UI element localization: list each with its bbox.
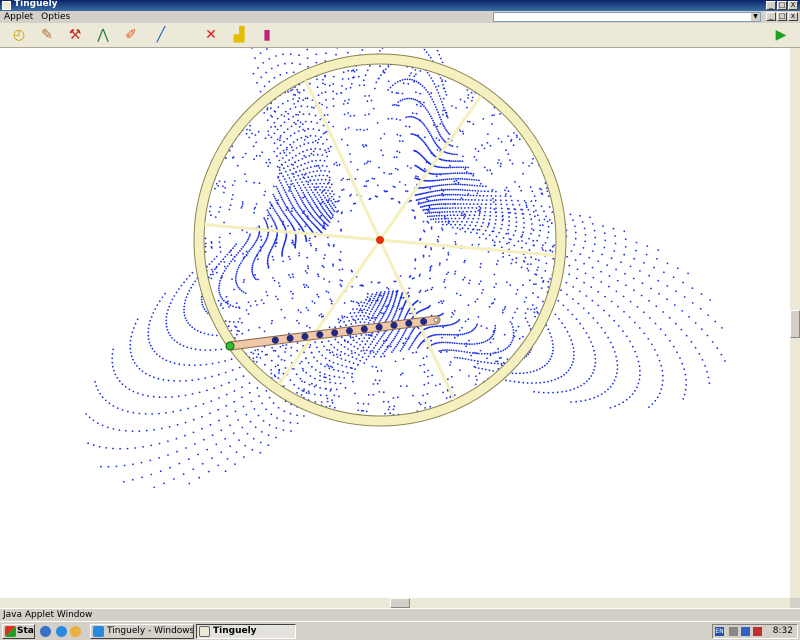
horizontal-scrollbar[interactable] bbox=[0, 598, 790, 608]
ie-icon[interactable] bbox=[56, 626, 67, 637]
palette-icon[interactable]: ▮ bbox=[258, 26, 276, 44]
folder-icon[interactable] bbox=[70, 626, 81, 637]
inner-minimize-button[interactable]: _ bbox=[766, 12, 776, 21]
scroll-corner bbox=[790, 598, 800, 608]
status-bar: Java Applet Window bbox=[0, 608, 800, 621]
applet-task-icon bbox=[199, 626, 210, 637]
pen-arm-hole[interactable] bbox=[345, 327, 353, 335]
pen-arm-hole[interactable] bbox=[390, 321, 398, 329]
volume-icon[interactable] bbox=[753, 627, 762, 636]
pen-arm-hole[interactable] bbox=[301, 333, 309, 341]
close-button[interactable]: X bbox=[788, 1, 798, 10]
pen-arm-hole[interactable] bbox=[271, 336, 279, 344]
start-button[interactable]: Start bbox=[2, 624, 35, 639]
hammer-icon[interactable]: ⚒ bbox=[66, 26, 84, 44]
minimize-button[interactable]: _ bbox=[766, 1, 776, 10]
chevron-down-icon[interactable]: ▼ bbox=[751, 13, 760, 21]
task-ie-label: Tinguely - Windows Inter... bbox=[107, 626, 194, 636]
vertical-scrollbar[interactable] bbox=[790, 48, 800, 598]
app-icon bbox=[2, 1, 11, 10]
pen-icon[interactable]: ╱ bbox=[152, 26, 170, 44]
menu-applet[interactable]: Applet bbox=[0, 12, 37, 22]
wheel-hub[interactable] bbox=[376, 236, 384, 244]
system-tray: EN 8:32 bbox=[712, 624, 798, 639]
start-label: Start bbox=[17, 626, 34, 636]
pen-arm-hole[interactable] bbox=[331, 329, 339, 337]
eraser-icon[interactable]: ✎ bbox=[38, 26, 56, 44]
pen-arm-hole[interactable] bbox=[375, 323, 383, 331]
network-icon[interactable] bbox=[729, 627, 738, 636]
pen-tip[interactable] bbox=[225, 341, 235, 351]
maximize-button[interactable]: □ bbox=[777, 1, 787, 10]
pen-arm-hole[interactable] bbox=[420, 318, 428, 326]
inner-close-button[interactable]: x bbox=[788, 12, 798, 21]
inner-restore-button[interactable]: □ bbox=[777, 12, 787, 21]
security-icon[interactable] bbox=[741, 627, 750, 636]
menu-bar: Applet Opties ▼ _ □ x bbox=[0, 11, 800, 23]
pen-arm-hole[interactable] bbox=[360, 325, 368, 333]
pen-arm-pivot[interactable] bbox=[433, 317, 439, 323]
ie-task-icon bbox=[93, 626, 104, 637]
compass-icon[interactable]: ⋀ bbox=[94, 26, 112, 44]
windows-logo-icon bbox=[5, 626, 16, 637]
menu-opties[interactable]: Opties bbox=[37, 12, 74, 22]
desktop-icon[interactable] bbox=[40, 626, 51, 637]
bandage-icon[interactable]: ✐ bbox=[122, 26, 140, 44]
vertical-scroll-thumb[interactable] bbox=[790, 310, 800, 338]
task-ie[interactable]: Tinguely - Windows Inter... bbox=[90, 624, 194, 639]
horizontal-scroll-thumb[interactable] bbox=[390, 598, 410, 608]
drawing-canvas[interactable] bbox=[0, 48, 790, 598]
task-tinguely-label: Tinguely bbox=[213, 626, 257, 636]
toolbar: ◴ ✎ ⚒ ⋀ ✐ ╱ ✕ ▟ ▮ ▶ bbox=[0, 23, 800, 48]
drawing-svg[interactable] bbox=[0, 48, 790, 598]
title-bar[interactable]: Tinguely _ □ X bbox=[0, 0, 800, 11]
pen-arm-hole[interactable] bbox=[405, 319, 413, 327]
chart-icon[interactable]: ▟ bbox=[230, 26, 248, 44]
window-title: Tinguely bbox=[14, 0, 58, 9]
language-indicator[interactable]: EN bbox=[715, 627, 724, 636]
pen-arm-hole[interactable] bbox=[316, 331, 324, 339]
address-combo[interactable]: ▼ bbox=[493, 12, 761, 22]
task-tinguely[interactable]: Tinguely bbox=[196, 624, 296, 639]
clear-icon[interactable]: ✕ bbox=[202, 26, 220, 44]
play-icon[interactable]: ▶ bbox=[772, 26, 790, 44]
pen-arm-hole[interactable] bbox=[286, 334, 294, 342]
pen-arm[interactable] bbox=[225, 315, 441, 351]
taskbar: Start Tinguely - Windows Inter... Tingue… bbox=[0, 621, 800, 640]
clock-icon[interactable]: ◴ bbox=[10, 26, 28, 44]
clock: 8:32 bbox=[772, 626, 793, 636]
